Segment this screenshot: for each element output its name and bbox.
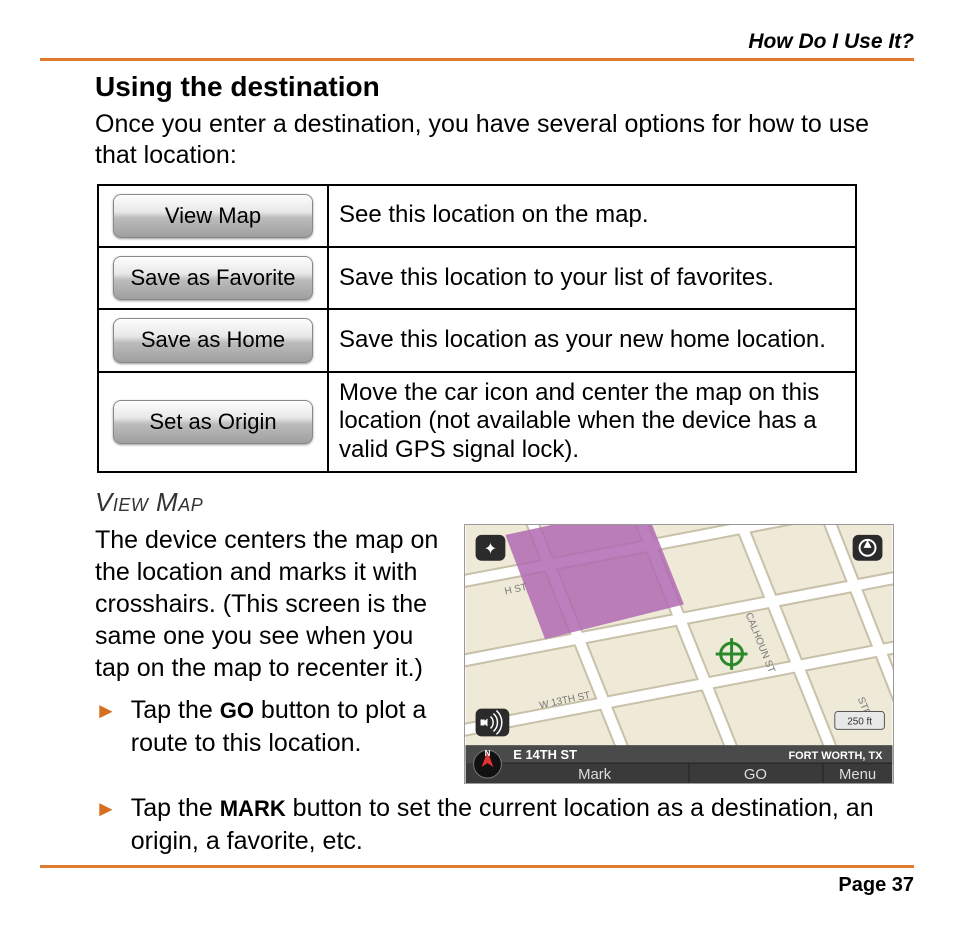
table-row: Save as Home Save this location as your …: [98, 309, 856, 371]
page-number: Page 37: [40, 874, 914, 897]
option-desc: Move the car icon and center the map on …: [328, 372, 856, 472]
option-desc: See this location on the map.: [328, 185, 856, 247]
svg-text:N: N: [485, 749, 491, 758]
viewmap-body: The device centers the map on the locati…: [95, 524, 444, 684]
header-right: How Do I Use It?: [40, 30, 914, 58]
table-row: Save as Favorite Save this location to y…: [98, 247, 856, 309]
viewmap-heading: View Map: [95, 487, 914, 518]
option-desc: Save this location to your list of favor…: [328, 247, 856, 309]
bullet-text: Tap the GO button to plot a route to thi…: [131, 694, 444, 759]
table-row: View Map See this location on the map.: [98, 185, 856, 247]
bullet-icon: ►: [95, 697, 117, 726]
options-table: View Map See this location on the map. S…: [97, 184, 857, 474]
svg-text:250 ft: 250 ft: [847, 717, 872, 728]
map-go-button: GO: [744, 767, 767, 783]
section-intro: Once you enter a destination, you have s…: [95, 109, 914, 172]
top-rule: [40, 58, 914, 61]
speaker-icon: [476, 709, 510, 737]
map-screenshot: H ST W 13TH ST CALHOUN ST STE ✦: [464, 524, 894, 784]
bottom-rule: [40, 865, 914, 868]
map-mark-button: Mark: [578, 767, 612, 783]
map-street-main: E 14TH ST: [513, 747, 577, 762]
table-row: Set as Origin Move the car icon and cent…: [98, 372, 856, 472]
map-menu-button: Menu: [839, 767, 876, 783]
section-title: Using the destination: [95, 71, 914, 103]
orientation-icon: [853, 535, 883, 561]
back-icon: ✦: [476, 535, 506, 561]
save-home-button[interactable]: Save as Home: [113, 318, 313, 362]
save-favorite-button[interactable]: Save as Favorite: [113, 256, 313, 300]
map-city-label: FORT WORTH, TX: [789, 750, 884, 762]
option-desc: Save this location as your new home loca…: [328, 309, 856, 371]
scale-bar: 250 ft: [835, 712, 885, 730]
bullet-icon: ►: [95, 795, 117, 824]
set-origin-button[interactable]: Set as Origin: [113, 400, 313, 444]
bullet-text: Tap the MARK button to set the current l…: [131, 792, 914, 857]
view-map-button[interactable]: View Map: [113, 194, 313, 238]
svg-text:✦: ✦: [484, 541, 497, 558]
